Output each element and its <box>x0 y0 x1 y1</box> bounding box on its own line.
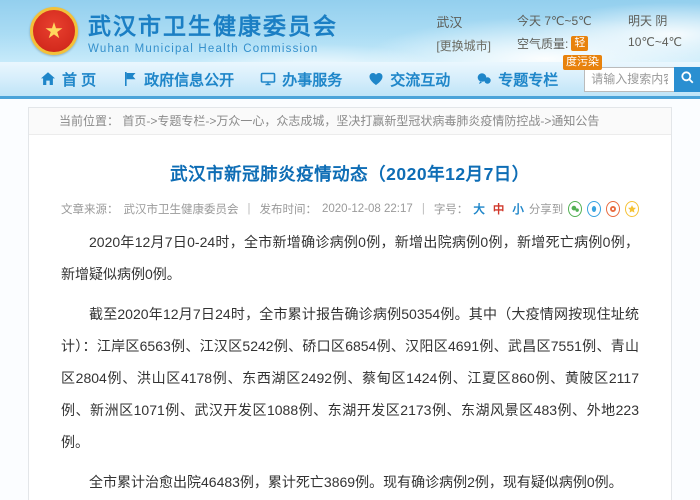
content-panel: 当前位置： 首页->专题专栏->万众一心，众志成城，坚决打赢新型冠状病毒肺炎疫情… <box>28 107 672 500</box>
share-wechat-icon[interactable] <box>568 201 583 217</box>
share-weibo-icon[interactable] <box>606 201 621 217</box>
paragraph-cumulative-by-district: 截至2020年12月7日24时，全市累计报告确诊病例50354例。其中（大疫情网… <box>61 306 639 450</box>
fontsize-label: 字号： <box>433 204 469 216</box>
weather-widget: 武汉 [更换城市] 今天 7℃~5℃ 空气质量: 轻 度污染 明天 阴 10℃~… <box>436 12 682 70</box>
paragraph-new-cases: 2020年12月7日0-24时，全市新增确诊病例0例，新增出院病例0例，新增死亡… <box>61 234 639 282</box>
nav-item-label: 专题专栏 <box>498 71 559 89</box>
breadcrumb-path[interactable]: 首页->专题专栏->万众一心，众志成城，坚决打赢新型冠状病毒肺炎疫情防控战->通… <box>122 114 599 128</box>
nav-item-topics[interactable]: 专题专栏 <box>476 69 558 90</box>
weather-tomorrow: 明天 阴 <box>628 14 668 28</box>
air-quality-badge-2: 度污染 <box>563 55 603 70</box>
weather-tomorrow-temp: 10℃~4℃ <box>628 35 682 49</box>
heart-icon <box>368 71 384 87</box>
search-icon <box>680 70 695 88</box>
site-title: 武汉市卫生健康委员会 <box>88 13 338 39</box>
breadcrumb-label: 当前位置： <box>59 114 120 128</box>
meta-divider: | <box>421 203 425 215</box>
nav-item-services[interactable]: 办事服务 <box>260 69 342 90</box>
share-label: 分享到 <box>528 204 564 216</box>
nav-item-label: 办事服务 <box>282 71 343 89</box>
article-title: 武汉市新冠肺炎疫情动态（2020年12月7日） <box>170 164 530 184</box>
article-meta: 文章来源： 武汉市卫生健康委员会 | 发布时间： 2020-12-08 22:17 … <box>61 201 639 217</box>
article: 武汉市新冠肺炎疫情动态（2020年12月7日） 文章来源： 武汉市卫生健康委员会 … <box>29 161 671 500</box>
font-medium-button[interactable]: 中 <box>493 201 505 217</box>
breadcrumb: 当前位置： 首页->专题专栏->万众一心，众志成城，坚决打赢新型冠状病毒肺炎疫情… <box>29 108 671 135</box>
nav-item-label: 交流互动 <box>390 71 451 89</box>
font-small-button[interactable]: 小 <box>512 201 524 217</box>
search-bar <box>584 66 700 92</box>
nav-item-gov-info[interactable]: 政府信息公开 <box>122 69 234 90</box>
publish-time-value: 2020-12-08 22:17 <box>322 203 413 215</box>
flag-icon <box>122 71 138 87</box>
nav-item-label: 首 页 <box>62 71 97 89</box>
source-label: 文章来源： <box>61 204 119 216</box>
search-input[interactable] <box>584 66 675 92</box>
nav-item-interaction[interactable]: 交流互动 <box>368 69 450 90</box>
meta-divider: | <box>247 203 251 215</box>
weather-today: 今天 7℃~5℃ <box>517 14 592 28</box>
nav-item-label: 政府信息公开 <box>144 71 235 89</box>
air-quality-label: 空气质量: <box>517 37 569 51</box>
site-brand[interactable]: ★ 武汉市卫生健康委员会 Wuhan Municipal Health Comm… <box>30 7 338 55</box>
article-body: 2020年12月7日0-24时，全市新增确诊病例0例，新增出院病例0例，新增死亡… <box>61 217 639 500</box>
change-city-link[interactable]: [更换城市] <box>436 37 491 54</box>
nav-item-home[interactable]: 首 页 <box>40 69 96 90</box>
share-qzone-icon[interactable] <box>625 201 639 217</box>
share-qq-icon[interactable] <box>587 201 602 217</box>
paragraph-cured-deaths: 全市累计治愈出院46483例，累计死亡3869例。现有确诊病例2例，现有疑似病例… <box>89 474 623 490</box>
source-value: 武汉市卫生健康委员会 <box>123 204 239 216</box>
site-header: ★ 武汉市卫生健康委员会 Wuhan Municipal Health Comm… <box>0 0 700 70</box>
monitor-icon <box>260 71 276 87</box>
weather-city: 武汉 <box>436 15 463 30</box>
home-icon <box>40 71 56 87</box>
search-button[interactable] <box>674 66 700 92</box>
chat-icon <box>476 71 492 87</box>
air-quality-badge: 轻 <box>571 36 589 51</box>
national-emblem-icon: ★ <box>30 7 78 55</box>
site-subtitle: Wuhan Municipal Health Commission <box>88 43 319 55</box>
font-large-button[interactable]: 大 <box>473 201 485 217</box>
publish-time-label: 发布时间： <box>259 204 318 216</box>
